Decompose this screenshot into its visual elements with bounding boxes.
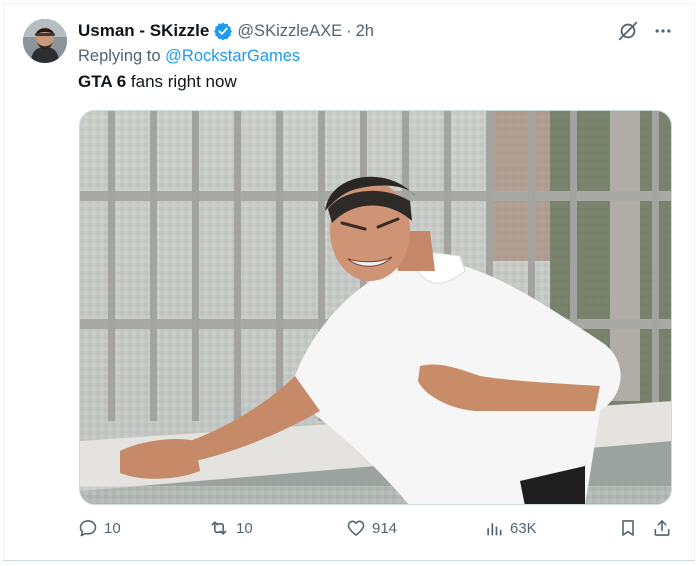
- timestamp[interactable]: 2h: [356, 22, 374, 41]
- tweet-text-bold: GTA 6: [78, 72, 127, 91]
- share-icon: [652, 518, 672, 538]
- repost-count: 10: [236, 519, 253, 537]
- tweet-image[interactable]: [79, 110, 672, 505]
- separator-dot: ·: [346, 21, 352, 40]
- grok-icon[interactable]: [617, 20, 639, 42]
- reply-to-link[interactable]: @RockstarGames: [165, 47, 300, 65]
- divider: [3, 560, 695, 561]
- like-icon: [346, 518, 366, 538]
- reply-prefix: Replying to: [78, 47, 161, 65]
- like-count: 914: [372, 519, 398, 537]
- bookmark-button[interactable]: [618, 518, 638, 538]
- display-name[interactable]: Usman - SKizzle: [78, 21, 209, 41]
- tweet-text-rest: fans right now: [126, 72, 237, 91]
- action-bar: 10 10 914 63K: [78, 516, 674, 546]
- tweet-header: Usman - SKizzle @SKizzleAXE · 2h: [78, 19, 374, 43]
- repost-button[interactable]: 10: [208, 518, 253, 538]
- reply-icon: [78, 518, 98, 538]
- user-handle[interactable]: @SKizzleAXE: [237, 22, 342, 41]
- header-actions: [617, 20, 673, 42]
- avatar[interactable]: [23, 19, 67, 63]
- share-button[interactable]: [652, 518, 672, 538]
- verified-icon: [213, 21, 233, 41]
- more-icon[interactable]: [653, 21, 673, 41]
- like-button[interactable]: 914: [346, 518, 397, 538]
- reply-context: Replying to @RockstarGames: [78, 47, 300, 66]
- views-button[interactable]: 63K: [484, 518, 537, 538]
- views-icon: [484, 518, 504, 538]
- views-count: 63K: [510, 519, 537, 537]
- reply-count: 10: [104, 519, 121, 537]
- tweet-text: GTA 6 fans right now: [78, 72, 237, 92]
- reply-button[interactable]: 10: [78, 518, 121, 538]
- bookmark-icon: [618, 518, 638, 538]
- repost-icon: [208, 518, 230, 538]
